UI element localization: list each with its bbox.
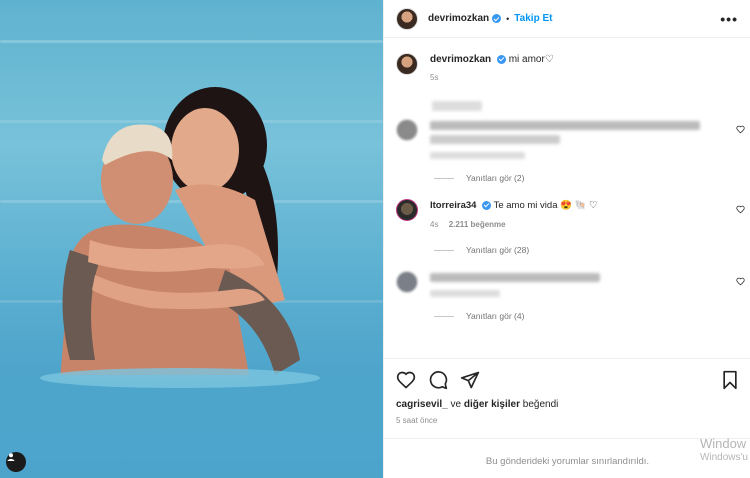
comment-icon[interactable] [428,370,448,390]
comment-username[interactable]: ltorreira34 [430,200,476,211]
view-replies-button[interactable]: Yanıtları gör (4) [434,311,750,321]
blurred-meta [430,152,525,159]
follow-button[interactable]: Takip Et [514,13,552,24]
comment-text: Te amo mi vida 😍 🐚 ♡ [493,200,598,211]
bookmark-icon[interactable] [721,370,739,390]
verified-icon [496,54,506,64]
liked-by-connector: ve [447,399,464,410]
avatar[interactable] [396,119,418,141]
post-photo[interactable] [0,0,383,478]
post-detail-panel: devrimozkan • Takip Et ••• devrimozkan m… [383,0,750,478]
comment-item: Yanıtları gör (4) [384,271,750,321]
liked-by-others-link[interactable]: diğer kişiler [464,399,520,410]
heart-icon[interactable] [736,125,745,134]
liked-by-user[interactable]: cagrisevil_ [396,399,448,410]
caption-time: 5s [430,73,439,82]
view-replies-button[interactable]: Yanıtları gör (28) [434,245,750,255]
comment-time: 4s [430,220,439,229]
avatar[interactable] [396,199,418,221]
blurred-text [432,101,482,111]
heart-icon[interactable] [736,277,745,286]
separator-dot: • [506,13,510,24]
comment-item: ltorreira34 Te amo mi vida 😍 🐚 ♡ 4s 2.21… [384,199,750,255]
couple-illustration [0,87,383,478]
user-tag-icon[interactable] [6,452,26,472]
post-header: devrimozkan • Takip Et ••• [384,0,750,38]
posted-time: 5 saat önce [396,416,438,425]
caption-username[interactable]: devrimozkan [430,54,491,65]
comment-item: Yanıtları gör (2) [384,101,750,183]
caption-text: mi amor♡ [508,54,554,65]
comments-list[interactable]: devrimozkan mi amor♡ 5s Yanıtları gör (2… [384,38,750,358]
post-actions: cagrisevil_ ve diğer kişiler beğendi 5 s… [384,358,750,425]
more-options-icon[interactable]: ••• [720,11,738,27]
verified-icon [492,14,502,23]
avatar[interactable] [396,271,418,293]
heart-icon[interactable] [396,370,416,390]
comment-likes[interactable]: 2.211 beğenme [449,220,506,229]
blurred-text [430,273,600,282]
share-icon[interactable] [460,370,480,390]
liked-by-suffix: beğendi [519,399,559,410]
blurred-text [430,135,560,144]
windows-activation-watermark: Window Windows'u [700,437,748,465]
blurred-meta [430,290,500,297]
avatar[interactable] [396,53,418,75]
post-caption: devrimozkan mi amor♡ 5s [384,38,750,85]
view-replies-button[interactable]: Yanıtları gör (2) [434,173,750,183]
liked-by-text: cagrisevil_ ve diğer kişiler beğendi [396,399,739,410]
heart-icon[interactable] [736,205,745,214]
comments-limited-notice: Bu gönderideki yorumlar sınırlandırıldı. [384,438,750,478]
watermark-line-1: Window [699,436,747,451]
author-username[interactable]: devrimozkan [428,13,489,24]
watermark-line-2: Windows'u [699,452,748,463]
verified-icon [482,200,492,210]
blurred-text [430,121,700,130]
avatar[interactable] [396,7,418,30]
